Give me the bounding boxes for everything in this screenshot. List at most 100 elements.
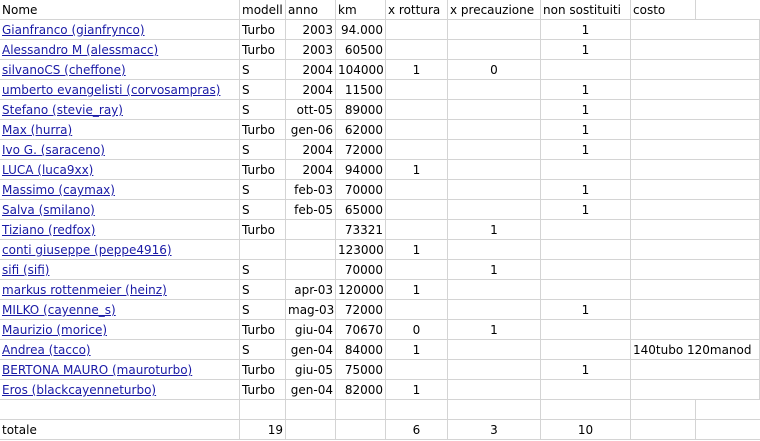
rottura-cell[interactable] bbox=[386, 20, 448, 40]
name-cell[interactable]: Tiziano (redfox) bbox=[0, 220, 240, 240]
precauzione-cell[interactable] bbox=[448, 360, 541, 380]
anno-cell[interactable]: mag-03 bbox=[286, 300, 336, 320]
costo-cell[interactable] bbox=[631, 320, 760, 340]
anno-cell[interactable]: ott-05 bbox=[286, 100, 336, 120]
non-sostituiti-cell[interactable]: 1 bbox=[541, 200, 631, 220]
name-link[interactable]: silvanoCS (cheffone) bbox=[2, 63, 126, 77]
header-x-rottura[interactable]: x rottura bbox=[386, 0, 448, 20]
non-sostituiti-cell[interactable] bbox=[541, 240, 631, 260]
km-cell[interactable]: 82000 bbox=[336, 380, 386, 400]
costo-cell[interactable] bbox=[631, 380, 760, 400]
anno-cell[interactable]: giu-04 bbox=[286, 320, 336, 340]
name-link[interactable]: Andrea (tacco) bbox=[2, 343, 91, 357]
anno-cell[interactable]: feb-05 bbox=[286, 200, 336, 220]
km-cell[interactable]: 94.000 bbox=[336, 20, 386, 40]
non-sostituiti-cell[interactable] bbox=[541, 380, 631, 400]
name-link[interactable]: Gianfranco (gianfrynco) bbox=[2, 23, 145, 37]
costo-cell[interactable] bbox=[631, 20, 760, 40]
modell-cell[interactable] bbox=[240, 240, 286, 260]
totals-label[interactable]: totale bbox=[0, 420, 240, 440]
anno-cell[interactable]: gen-04 bbox=[286, 340, 336, 360]
header-costo[interactable]: costo bbox=[631, 0, 696, 20]
non-sostituiti-cell[interactable]: 1 bbox=[541, 40, 631, 60]
non-sostituiti-cell[interactable] bbox=[541, 280, 631, 300]
name-link[interactable]: sifi (sifi) bbox=[2, 263, 49, 277]
rottura-cell[interactable]: 1 bbox=[386, 340, 448, 360]
precauzione-cell[interactable] bbox=[448, 40, 541, 60]
rottura-cell[interactable]: 0 bbox=[386, 320, 448, 340]
km-cell[interactable]: 72000 bbox=[336, 140, 386, 160]
costo-cell[interactable] bbox=[631, 220, 760, 240]
non-sostituiti-cell[interactable] bbox=[541, 260, 631, 280]
rottura-cell[interactable] bbox=[386, 140, 448, 160]
rottura-cell[interactable] bbox=[386, 360, 448, 380]
modell-cell[interactable]: Turbo bbox=[240, 160, 286, 180]
non-sostituiti-cell[interactable]: 1 bbox=[541, 300, 631, 320]
km-cell[interactable]: 120000 bbox=[336, 280, 386, 300]
table-cell[interactable] bbox=[240, 400, 286, 420]
modell-cell[interactable]: S bbox=[240, 100, 286, 120]
km-cell[interactable]: 62000 bbox=[336, 120, 386, 140]
anno-cell[interactable]: 2004 bbox=[286, 160, 336, 180]
anno-cell[interactable]: apr-03 bbox=[286, 280, 336, 300]
precauzione-cell[interactable] bbox=[448, 120, 541, 140]
km-cell[interactable]: 70000 bbox=[336, 180, 386, 200]
anno-cell[interactable]: gen-04 bbox=[286, 380, 336, 400]
anno-cell[interactable]: 2003 bbox=[286, 40, 336, 60]
km-cell[interactable]: 70670 bbox=[336, 320, 386, 340]
name-cell[interactable]: Andrea (tacco) bbox=[0, 340, 240, 360]
name-link[interactable]: Massimo (caymax) bbox=[2, 183, 115, 197]
table-cell[interactable] bbox=[286, 420, 336, 440]
precauzione-cell[interactable]: 1 bbox=[448, 260, 541, 280]
table-cell[interactable] bbox=[696, 420, 760, 440]
precauzione-cell[interactable] bbox=[448, 380, 541, 400]
name-link[interactable]: Ivo G. (saraceno) bbox=[2, 143, 105, 157]
name-cell[interactable]: sifi (sifi) bbox=[0, 260, 240, 280]
km-cell[interactable]: 123000 bbox=[336, 240, 386, 260]
precauzione-cell[interactable] bbox=[448, 80, 541, 100]
table-cell[interactable] bbox=[0, 400, 240, 420]
anno-cell[interactable] bbox=[286, 240, 336, 260]
precauzione-cell[interactable] bbox=[448, 100, 541, 120]
km-cell[interactable]: 60500 bbox=[336, 40, 386, 60]
rottura-cell[interactable] bbox=[386, 200, 448, 220]
precauzione-cell[interactable]: 0 bbox=[448, 60, 541, 80]
non-sostituiti-cell[interactable]: 1 bbox=[541, 360, 631, 380]
anno-cell[interactable]: 2004 bbox=[286, 60, 336, 80]
precauzione-cell[interactable] bbox=[448, 280, 541, 300]
km-cell[interactable]: 84000 bbox=[336, 340, 386, 360]
header-nome[interactable]: Nome bbox=[0, 0, 240, 20]
name-link[interactable]: MILKO (cayenne_s) bbox=[2, 303, 116, 317]
km-cell[interactable]: 73321 bbox=[336, 220, 386, 240]
anno-cell[interactable]: gen-06 bbox=[286, 120, 336, 140]
precauzione-cell[interactable] bbox=[448, 200, 541, 220]
table-cell[interactable] bbox=[448, 400, 541, 420]
costo-cell[interactable] bbox=[631, 60, 760, 80]
modell-cell[interactable]: Turbo bbox=[240, 120, 286, 140]
modell-cell[interactable]: S bbox=[240, 260, 286, 280]
precauzione-cell[interactable] bbox=[448, 240, 541, 260]
modell-cell[interactable]: Turbo bbox=[240, 20, 286, 40]
anno-cell[interactable]: 2004 bbox=[286, 140, 336, 160]
precauzione-cell[interactable] bbox=[448, 180, 541, 200]
modell-cell[interactable]: Turbo bbox=[240, 40, 286, 60]
rottura-cell[interactable] bbox=[386, 100, 448, 120]
modell-cell[interactable]: Turbo bbox=[240, 380, 286, 400]
non-sostituiti-cell[interactable]: 1 bbox=[541, 140, 631, 160]
name-cell[interactable]: silvanoCS (cheffone) bbox=[0, 60, 240, 80]
rottura-cell[interactable] bbox=[386, 40, 448, 60]
modell-cell[interactable]: S bbox=[240, 300, 286, 320]
modell-cell[interactable]: S bbox=[240, 140, 286, 160]
modell-cell[interactable]: Turbo bbox=[240, 360, 286, 380]
precauzione-cell[interactable]: 1 bbox=[448, 320, 541, 340]
non-sostituiti-cell[interactable] bbox=[541, 60, 631, 80]
precauzione-cell[interactable] bbox=[448, 20, 541, 40]
costo-cell[interactable] bbox=[631, 260, 760, 280]
costo-cell[interactable] bbox=[631, 140, 760, 160]
header-x-precauzione[interactable]: x precauzione bbox=[448, 0, 541, 20]
name-cell[interactable]: LUCA (luca9xx) bbox=[0, 160, 240, 180]
rottura-cell[interactable] bbox=[386, 120, 448, 140]
anno-cell[interactable] bbox=[286, 220, 336, 240]
anno-cell[interactable]: giu-05 bbox=[286, 360, 336, 380]
header-anno[interactable]: anno bbox=[286, 0, 336, 20]
